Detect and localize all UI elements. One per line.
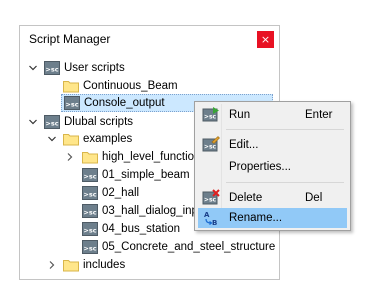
menu-label: Rename... — [229, 212, 283, 224]
menu-label: Edit... — [229, 139, 259, 151]
tree-node-examples[interactable]: examples — [63, 130, 132, 148]
svg-text:>sc: >sc — [45, 120, 58, 128]
script-file-icon: >sc — [82, 239, 98, 255]
svg-text:A: A — [204, 211, 210, 219]
menu-label: Run — [229, 109, 251, 121]
menu-item-run[interactable]: >sc Run Enter — [198, 105, 347, 125]
menu-item-properties[interactable]: Properties... — [198, 157, 347, 177]
folder-icon — [63, 131, 79, 147]
svg-text:>sc: >sc — [204, 197, 217, 204]
svg-text:>sc: >sc — [204, 144, 217, 151]
script-file-icon: >sc — [44, 60, 60, 76]
tree-node-hall[interactable]: >sc 02_hall — [82, 184, 139, 202]
tree-node-dlubal-scripts[interactable]: >sc Dlubal scripts — [44, 113, 133, 131]
tree-label: includes — [83, 259, 126, 271]
svg-text:>sc: >sc — [83, 227, 96, 235]
svg-text:>sc: >sc — [204, 114, 217, 121]
svg-text:>sc: >sc — [83, 245, 96, 253]
menu-separator — [226, 182, 344, 183]
svg-text:>sc: >sc — [83, 191, 96, 199]
menu-item-edit[interactable]: >sc Edit... — [198, 135, 347, 155]
tree-node-continuous-beam[interactable]: Continuous_Beam — [63, 77, 178, 95]
chevron-down-icon[interactable] — [47, 134, 57, 144]
context-menu: >sc Run Enter >sc Edit... Properties... … — [194, 101, 351, 231]
panel-title: Script Manager — [29, 32, 111, 46]
tree-node-bus-station[interactable]: >sc 04_bus_station — [82, 220, 180, 238]
svg-text:>sc: >sc — [83, 173, 96, 181]
run-script-icon: >sc — [200, 105, 222, 125]
tree-label: 05_Concrete_and_steel_structure — [102, 241, 276, 253]
menu-item-delete[interactable]: >sc Delete Del — [198, 188, 347, 208]
menu-shortcut: Enter — [305, 109, 333, 121]
menu-separator — [226, 129, 344, 130]
script-file-icon: >sc — [82, 203, 98, 219]
tree-label: User scripts — [64, 62, 125, 74]
script-file-icon: >sc — [44, 114, 60, 130]
tree-label: Dlubal scripts — [64, 116, 134, 128]
tree-node-concrete-steel[interactable]: >sc 05_Concrete_and_steel_structure — [82, 238, 275, 256]
svg-text:>sc: >sc — [83, 209, 96, 217]
tree-node-includes[interactable]: includes — [63, 256, 125, 274]
tree-label: high_level_functions — [102, 151, 207, 163]
tree-label: 01_simple_beam — [102, 169, 190, 181]
folder-icon — [63, 257, 79, 273]
folder-icon — [82, 149, 98, 165]
chevron-right-icon[interactable] — [47, 260, 57, 270]
tree-node-user-scripts[interactable]: >sc User scripts — [44, 59, 125, 77]
chevron-right-icon[interactable] — [65, 152, 75, 162]
script-file-icon: >sc — [82, 221, 98, 237]
folder-icon — [63, 78, 79, 94]
tree-label: 04_bus_station — [102, 223, 181, 235]
menu-label: Properties... — [229, 161, 291, 173]
delete-script-icon: >sc — [200, 188, 222, 208]
tree-label: 03_hall_dialog_input — [102, 205, 208, 217]
tree-label: Console_output — [84, 97, 165, 109]
menu-item-rename[interactable]: AB Rename... — [198, 208, 347, 228]
chevron-down-icon[interactable] — [28, 63, 38, 73]
tree-node-high-level-functions[interactable]: high_level_functions — [82, 148, 206, 166]
close-button[interactable]: × — [257, 31, 274, 48]
script-file-icon: >sc — [82, 185, 98, 201]
chevron-down-icon[interactable] — [28, 117, 38, 127]
svg-text:B: B — [212, 219, 217, 227]
menu-shortcut: Del — [305, 192, 323, 204]
script-file-icon: >sc — [82, 167, 98, 183]
menu-label: Delete — [229, 192, 263, 204]
tree-label: 02_hall — [102, 187, 140, 199]
tree-node-hall-dialog-input[interactable]: >sc 03_hall_dialog_input — [82, 202, 208, 220]
script-file-icon: >sc — [64, 95, 80, 111]
tree-label: Continuous_Beam — [83, 80, 178, 92]
svg-text:>sc: >sc — [65, 101, 78, 109]
tree-label: examples — [83, 133, 133, 145]
svg-text:>sc: >sc — [45, 66, 58, 74]
edit-script-icon: >sc — [200, 135, 222, 155]
rename-icon: AB — [200, 208, 222, 228]
tree-node-simple-beam[interactable]: >sc 01_simple_beam — [82, 166, 190, 184]
